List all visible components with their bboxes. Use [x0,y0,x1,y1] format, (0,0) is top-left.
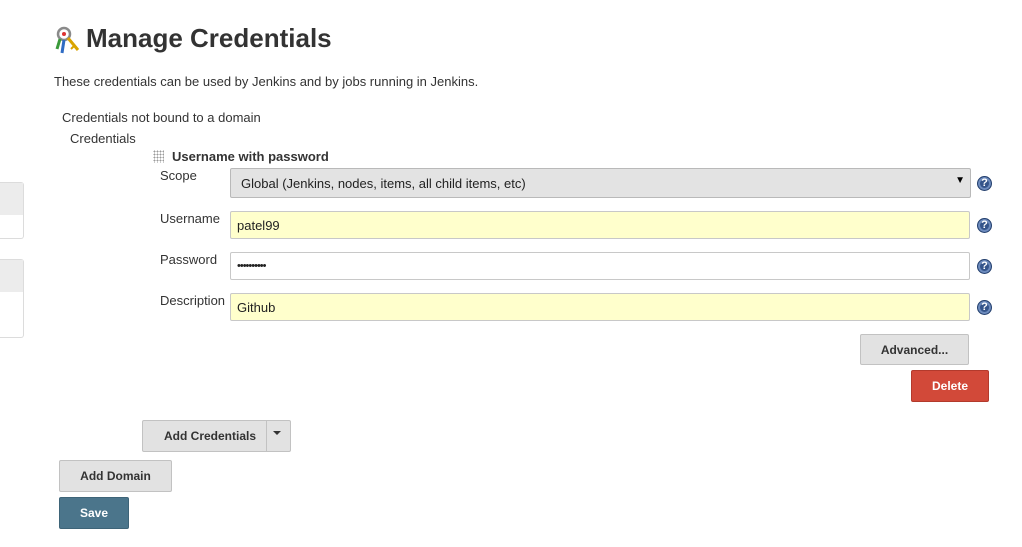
scope-label: Scope [160,168,197,183]
page-title: Manage Credentials [86,23,332,53]
sidebar-stub-2 [0,259,24,338]
credentials-keys-icon [54,25,84,55]
help-icon[interactable]: ? [977,218,992,233]
page-description: These credentials can be used by Jenkins… [54,74,479,89]
add-credentials-button[interactable]: Add Credentials [142,420,291,452]
password-input[interactable]: •••••••••• [230,252,970,280]
scope-select[interactable]: Global (Jenkins, nodes, items, all child… [230,168,971,198]
description-label: Description [160,293,226,308]
save-button[interactable]: Save [59,497,129,529]
add-credentials-label: Add Credentials [164,429,257,443]
chevron-down-icon: ▼ [955,175,965,186]
scope-selected-value: Global (Jenkins, nodes, items, all child… [241,175,526,191]
help-icon[interactable]: ? [977,300,992,315]
username-label: Username [160,211,220,226]
help-icon[interactable]: ? [977,259,992,274]
split-divider [266,421,267,451]
sidebar-stub-1 [0,182,24,239]
username-input[interactable]: patel99 [230,211,970,239]
help-icon[interactable]: ? [977,176,992,191]
chevron-down-icon[interactable] [273,431,281,435]
credential-kind-title: Username with password [172,149,329,164]
domain-label: Credentials not bound to a domain [62,110,261,125]
description-input[interactable]: Github [230,293,970,321]
credentials-label: Credentials [70,131,136,146]
password-label: Password [160,252,218,267]
drag-handle-icon[interactable] [153,150,164,163]
add-domain-button[interactable]: Add Domain [59,460,172,492]
delete-button[interactable]: Delete [911,370,989,402]
advanced-button[interactable]: Advanced... [860,334,969,365]
